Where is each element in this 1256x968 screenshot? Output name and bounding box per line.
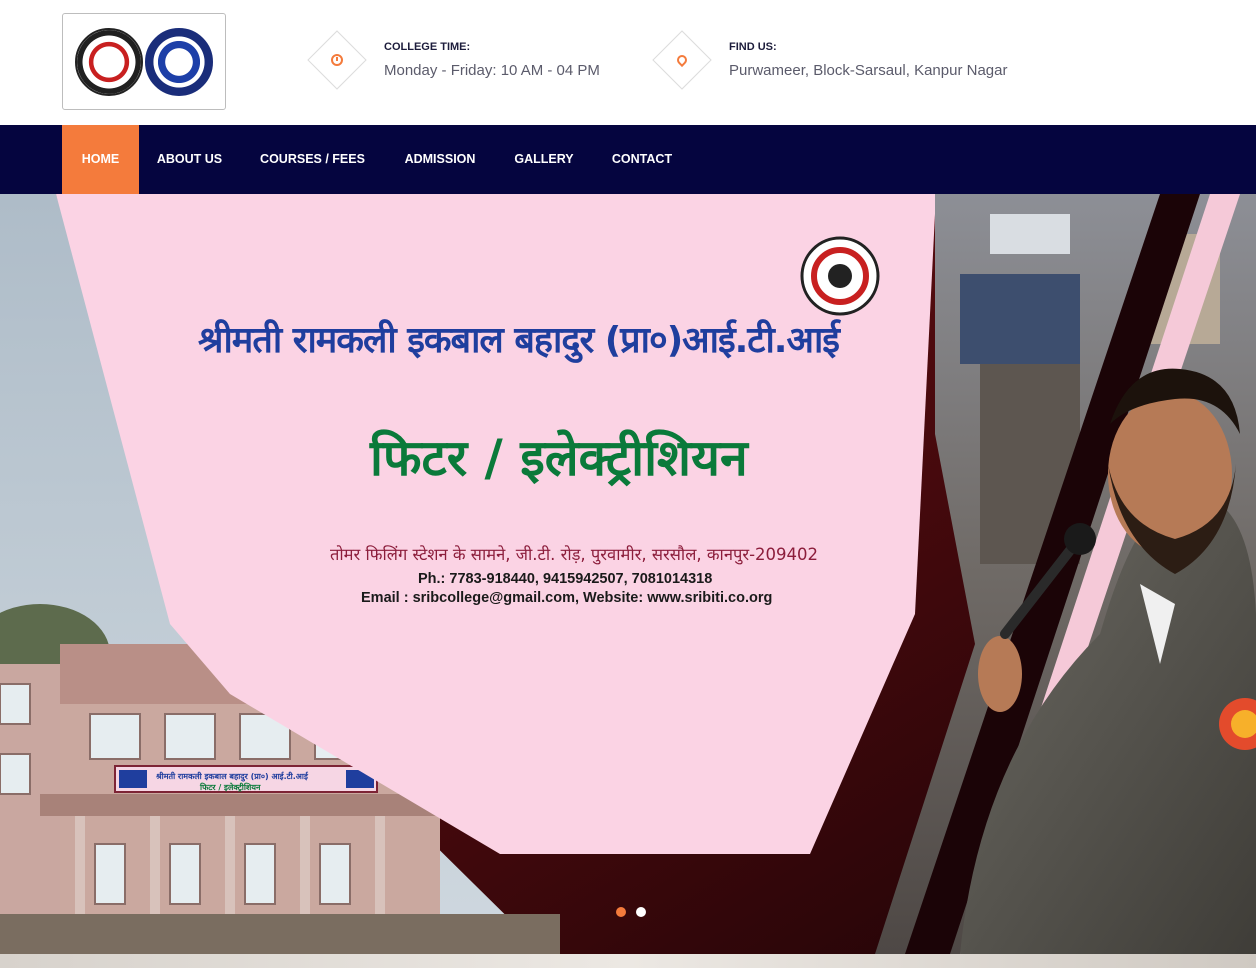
slider-pagination [616, 907, 646, 917]
banner-phone: Ph.: 7783-918440, 9415942507, 7081014318 [418, 571, 713, 587]
find-us-info: FIND US: Purwameer, Block-Sarsaul, Kanpu… [651, 29, 1071, 91]
building-signboard-trades: फिटर / इलेक्ट्रीशियन [200, 783, 261, 792]
banner-trades: फिटर / इलेक्ट्रीशियन [370, 429, 748, 487]
find-us-value: Purwameer, Block-Sarsaul, Kanpur Nagar [729, 62, 1008, 79]
nav-courses-fees[interactable]: COURSES / FEES [240, 125, 385, 194]
iti-emblem-icon [75, 28, 143, 96]
college-time-info: COLLEGE TIME: Monday - Friday: 10 AM - 0… [306, 29, 636, 91]
slider-dot-1[interactable] [616, 907, 626, 917]
nav-contact[interactable]: CONTACT [593, 125, 691, 194]
building-signboard-title: श्रीमती रामकली इकबाल बहादुर (प्रा०) आई.ट… [156, 772, 308, 781]
nav-home[interactable]: HOME [62, 125, 139, 194]
college-emblem-icon [145, 28, 213, 96]
nav-admission[interactable]: ADMISSION [385, 125, 495, 194]
banner-address: तोमर फिलिंग स्टेशन के सामने, जी.टी. रोड़… [330, 545, 819, 564]
hero-slider[interactable]: श्रीमती रामकली इकबाल बहादुर (प्रा०)आई.टी… [0, 194, 1256, 954]
map-pin-icon [651, 29, 713, 91]
nav-about-us[interactable]: ABOUT US [139, 125, 240, 194]
main-nav: HOME ABOUT US COURSES / FEES ADMISSION G… [0, 125, 1256, 194]
site-logo[interactable] [62, 13, 226, 110]
college-time-label: COLLEGE TIME: [384, 41, 471, 53]
slider-dot-2[interactable] [636, 907, 646, 917]
next-section-edge [0, 954, 1256, 968]
college-time-value: Monday - Friday: 10 AM - 04 PM [384, 62, 600, 79]
nav-gallery[interactable]: GALLERY [495, 125, 593, 194]
site-header: COLLEGE TIME: Monday - Friday: 10 AM - 0… [0, 0, 1256, 125]
banner-email: Email : sribcollege@gmail.com, Website: … [361, 590, 773, 606]
find-us-label: FIND US: [729, 41, 777, 53]
clock-icon [306, 29, 368, 91]
banner-title: श्रीमती रामकली इकबाल बहादुर (प्रा०)आई.टी… [198, 320, 840, 361]
